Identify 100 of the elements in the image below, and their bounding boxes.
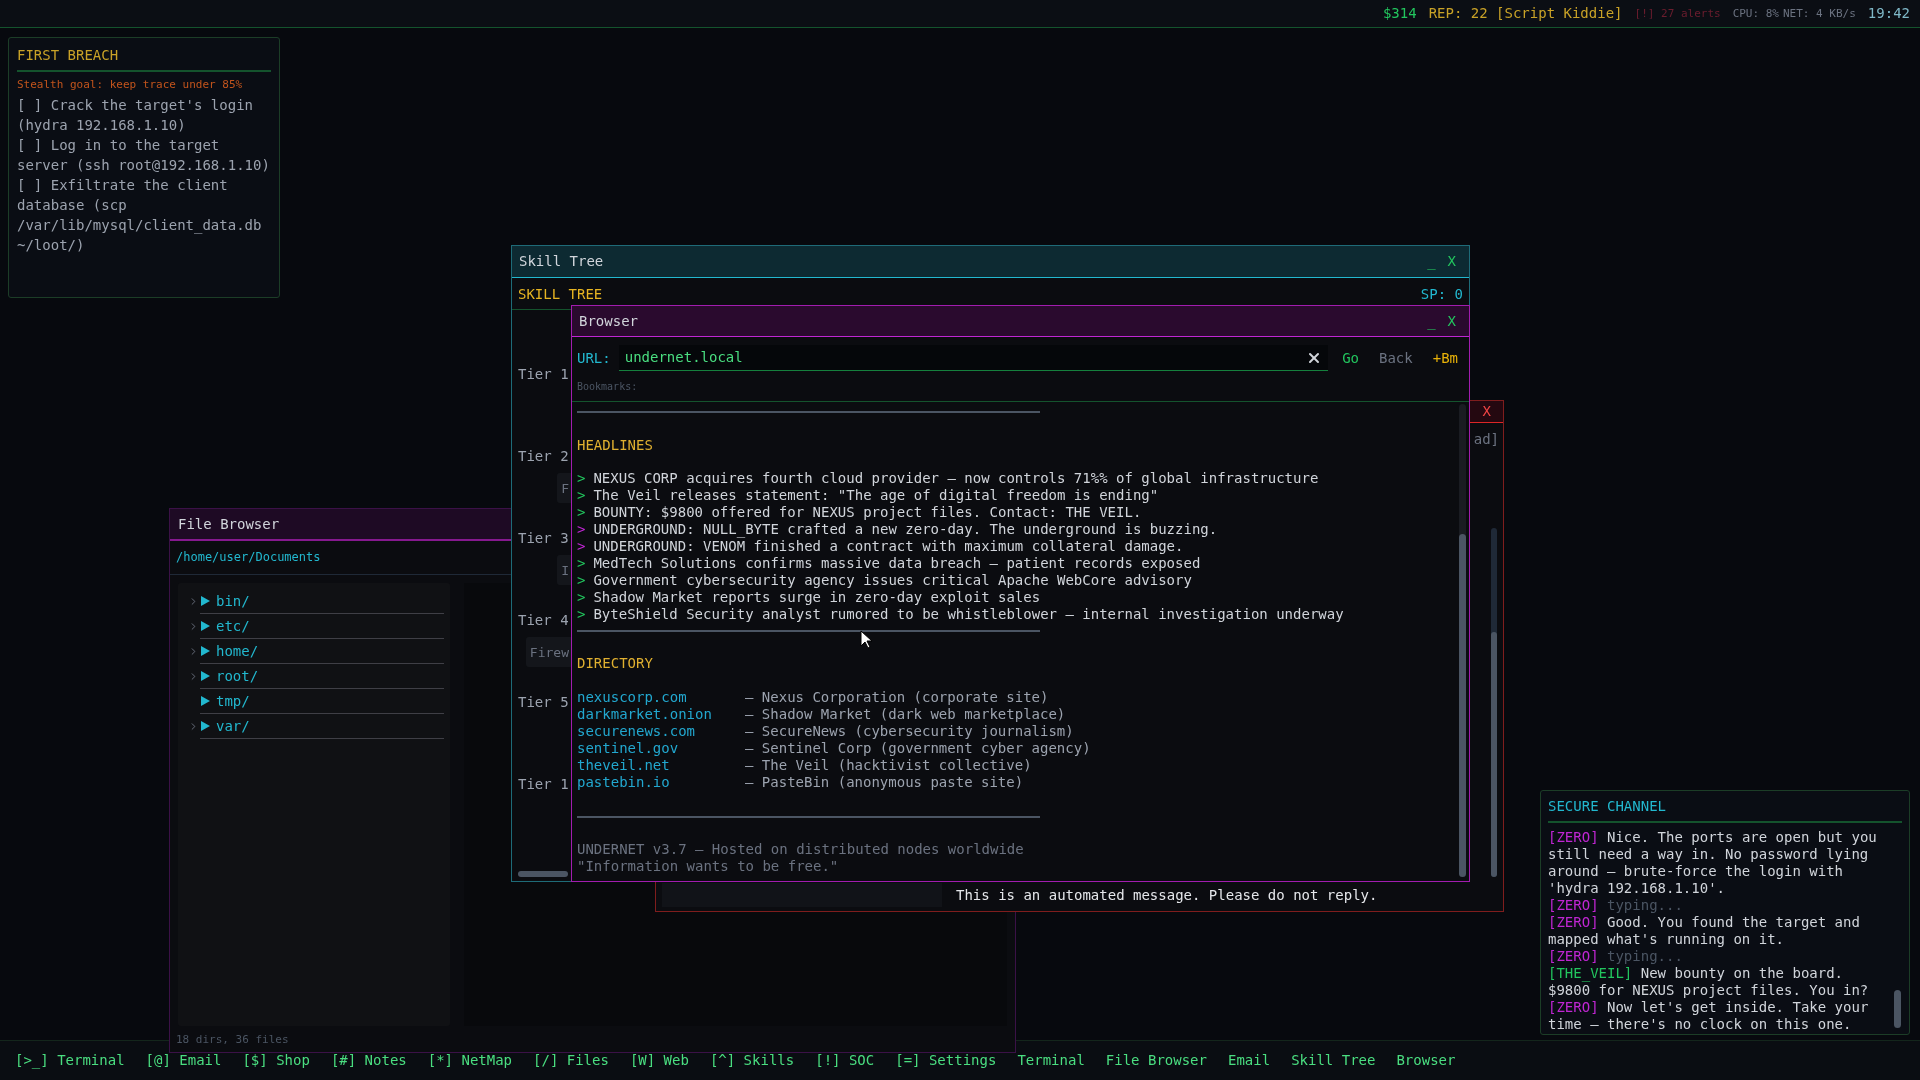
headline-text: Government cybersecurity agency issues critical Apache WebCore advisory: [593, 572, 1192, 589]
tier-label: Tier 1: [518, 776, 569, 793]
headline-text: Shadow Market reports surge in zero-day exploit sales: [593, 589, 1041, 606]
taskbar-item[interactable]: [$] Shop: [242, 1052, 310, 1069]
skill-node[interactable]: F: [557, 473, 571, 503]
skill-node[interactable]: Firew: [525, 637, 571, 667]
taskbar-item[interactable]: [/] Files: [533, 1052, 609, 1069]
headline-text: NEXUS CORP acquires fourth cloud provider — now controls 71%% of global infrastructure: [593, 470, 1319, 487]
folder-item[interactable]: root/: [200, 664, 444, 689]
site-link[interactable]: pastebin.io: [577, 774, 745, 791]
folder-item[interactable]: home/: [200, 639, 444, 664]
window-title: File Browser: [178, 515, 280, 533]
taskbar-item[interactable]: [W] Web: [629, 1052, 689, 1069]
chat-message: [ZERO] typing...: [1548, 897, 1684, 914]
tier-label: Tier 1: [518, 366, 569, 383]
taskbar-item[interactable]: [=] Settings: [895, 1052, 997, 1069]
stealth-goal: Stealth goal: keep trace under 85%: [17, 77, 244, 93]
bullet-marker: >: [577, 589, 586, 606]
site-description: — SecureNews (cybersecurity journalism): [745, 723, 1074, 740]
taskbar-item[interactable]: [>_] Terminal: [15, 1052, 125, 1069]
close-button[interactable]: X: [1441, 253, 1462, 270]
panel-heading: SECURE CHANNEL: [1548, 798, 1666, 814]
taskbar-item[interactable]: [!] SOC: [815, 1052, 875, 1069]
taskbar-item[interactable]: Browser: [1396, 1052, 1456, 1069]
chat-message: [ZERO] Now let's get inside. Take your time — there's no clock on this one.: [1548, 999, 1870, 1033]
footer-text: UNDERNET v3.7 — Hosted on distributed nodes worldwide: [577, 841, 1025, 858]
headline-text: UNDERGROUND: NULL_BYTE crafted a new zero-day. The underground is buzzing.: [593, 521, 1218, 538]
bookmarks-label: Bookmarks:: [577, 381, 638, 392]
folder-item[interactable]: tmp/: [200, 689, 444, 714]
triangle-icon: [200, 721, 210, 731]
scrollbar[interactable]: [1491, 528, 1497, 877]
url-label: URL:: [577, 349, 611, 367]
panel-heading: SKILL TREE: [518, 286, 603, 303]
scrollbar[interactable]: [518, 871, 568, 877]
close-button[interactable]: X: [1441, 312, 1462, 330]
objective-item: [ ] Log in to the target server (ssh root@192.168.1.10): [17, 136, 271, 175]
taskbar-item[interactable]: [#] Notes: [330, 1052, 407, 1069]
site-description: — The Veil (hacktivist collective): [745, 757, 1032, 774]
chat-message: [THE_VEIL] New bounty on the board. $9800 for NEXUS project files. You in?: [1548, 965, 1870, 999]
minimize-button[interactable]: _: [1421, 312, 1442, 330]
folder-item[interactable]: etc/: [200, 614, 444, 639]
bullet-marker: >: [577, 521, 586, 538]
triangle-icon: [200, 671, 210, 681]
bullet-marker: >: [577, 538, 586, 555]
taskbar-item[interactable]: [*] NetMap: [427, 1052, 513, 1069]
headline-text: ByteShield Security analyst rumored to be whistleblower — internal investigation underway: [593, 606, 1344, 623]
site-description: — PasteBin (anonymous paste site): [745, 774, 1024, 791]
taskbar-item[interactable]: [@] Email: [145, 1052, 222, 1069]
browser-button[interactable]: Go: [1336, 349, 1365, 367]
bullet-marker: >: [577, 572, 586, 589]
triangle-icon: [200, 596, 210, 606]
url-field[interactable]: undernet.local: [618, 345, 1329, 371]
scrollbar[interactable]: [1458, 404, 1466, 877]
site-link[interactable]: theveil.net: [577, 757, 745, 774]
triangle-icon: [200, 646, 210, 656]
headline-text: MedTech Solutions confirms massive data breach — patient records exposed: [593, 555, 1201, 572]
triangle-icon: [200, 696, 210, 706]
tier-label: Tier 5: [518, 694, 569, 711]
tier-label: Tier 3: [518, 530, 569, 547]
skill-points: SP: 0: [1420, 286, 1463, 303]
taskbar-item[interactable]: Skill Tree: [1291, 1052, 1376, 1069]
section-heading: HEADLINES: [577, 437, 654, 454]
window-title: Skill Tree: [519, 253, 604, 270]
site-description: — Sentinel Corp (government cyber agency): [745, 740, 1091, 757]
skill-node[interactable]: I: [557, 555, 571, 585]
network-reading: NET: 4 KB/s: [1783, 6, 1856, 22]
tier-label: Tier 4: [518, 612, 569, 629]
objective-item: [ ] Exfiltrate the client database (scp /var/lib/mysql/client_data.db ~/loot/): [17, 176, 263, 255]
scrollbar[interactable]: [1894, 990, 1901, 1028]
tier-label: Tier 2: [518, 448, 569, 465]
minimize-button[interactable]: _: [1421, 253, 1442, 270]
site-link[interactable]: darkmarket.onion: [577, 706, 745, 723]
money-counter: $314: [1382, 5, 1417, 22]
section-heading: DIRECTORY: [577, 655, 654, 672]
site-description: — Nexus Corporation (corporate site): [745, 689, 1049, 706]
bullet-marker: >: [577, 555, 586, 572]
read-status: ad]: [1473, 431, 1499, 448]
taskbar-item[interactable]: Terminal: [1017, 1052, 1085, 1069]
message-text: This is an automated message. Please do not reply.: [956, 886, 1378, 904]
chat-message: [ZERO] typing...: [1548, 948, 1684, 965]
folder-item[interactable]: var/: [200, 714, 444, 739]
status-text: 18 dirs, 36 files: [176, 1031, 289, 1048]
headline-text: BOUNTY: $9800 offered for NEXUS project files. Contact: THE VEIL.: [593, 504, 1142, 521]
path-label: /home/user/Documents: [176, 549, 321, 566]
site-link[interactable]: securenews.com: [577, 723, 745, 740]
site-link[interactable]: nexuscorp.com: [577, 689, 745, 706]
window-title: Browser: [579, 312, 638, 330]
cursor-icon: [860, 630, 873, 649]
close-button[interactable]: X: [1476, 403, 1497, 420]
folder-item[interactable]: bin/: [200, 589, 444, 614]
headline-text: UNDERGROUND: VENOM finished a contract with maximum collateral damage.: [593, 538, 1184, 555]
bullet-marker: >: [577, 487, 586, 504]
taskbar-item[interactable]: [^] Skills: [709, 1052, 795, 1069]
taskbar-item[interactable]: Email: [1227, 1052, 1271, 1069]
cpu-reading: CPU: 8%: [1732, 6, 1779, 22]
site-description: — Shadow Market (dark web marketplace): [745, 706, 1066, 723]
browser-button[interactable]: +Bm: [1426, 349, 1464, 367]
taskbar-item[interactable]: File Browser: [1105, 1052, 1207, 1069]
browser-button[interactable]: Back: [1373, 349, 1419, 367]
site-link[interactable]: sentinel.gov: [577, 740, 745, 757]
